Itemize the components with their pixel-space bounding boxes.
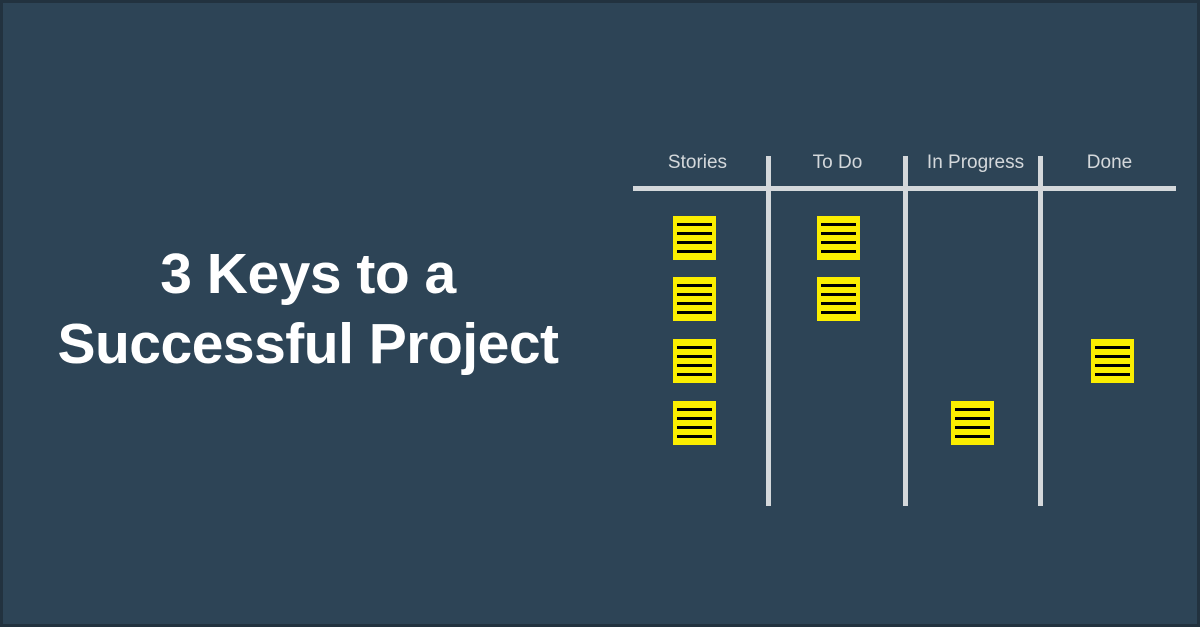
page-title-line-2: Successful Project	[57, 312, 559, 376]
note-line	[677, 311, 712, 314]
sticky-note[interactable]	[673, 339, 716, 383]
note-line	[821, 232, 856, 235]
column-header-in-progress: In Progress	[926, 152, 1025, 173]
sticky-note[interactable]	[673, 277, 716, 321]
note-line	[821, 311, 856, 314]
note-line	[955, 408, 990, 411]
note-line	[677, 426, 712, 429]
note-line	[821, 293, 856, 296]
note-line	[1095, 373, 1130, 376]
note-line	[677, 250, 712, 253]
note-line	[677, 223, 712, 226]
note-line	[677, 417, 712, 420]
note-line	[821, 223, 856, 226]
board-divider-3	[1038, 156, 1043, 506]
note-line	[677, 408, 712, 411]
note-line	[677, 241, 712, 244]
column-header-done: Done	[1086, 152, 1133, 173]
sticky-note[interactable]	[951, 401, 994, 445]
kanban-board: Stories To Do In Progress Done	[630, 148, 1176, 513]
note-line	[955, 426, 990, 429]
sticky-note[interactable]	[1091, 339, 1134, 383]
note-line	[677, 364, 712, 367]
note-line	[955, 435, 990, 438]
column-header-todo: To Do	[812, 152, 863, 173]
note-line	[821, 241, 856, 244]
note-line	[677, 232, 712, 235]
sticky-note[interactable]	[673, 216, 716, 260]
sticky-note[interactable]	[673, 401, 716, 445]
note-line	[1095, 355, 1130, 358]
note-line	[677, 355, 712, 358]
note-line	[1095, 346, 1130, 349]
note-line	[821, 302, 856, 305]
sticky-note[interactable]	[817, 216, 860, 260]
note-line	[677, 284, 712, 287]
note-line	[955, 417, 990, 420]
page-title-line-1: 3 Keys to a	[160, 242, 456, 306]
column-header-stories: Stories	[667, 152, 728, 173]
slide-canvas: 3 Keys to a Successful Project Stories T…	[3, 3, 1197, 624]
board-divider-2	[903, 156, 908, 506]
note-line	[677, 346, 712, 349]
note-line	[677, 373, 712, 376]
note-line	[677, 293, 712, 296]
note-line	[1095, 364, 1130, 367]
note-line	[677, 302, 712, 305]
page-title: 3 Keys to a Successful Project	[3, 239, 613, 379]
note-line	[821, 250, 856, 253]
board-divider-1	[766, 156, 771, 506]
sticky-note[interactable]	[817, 277, 860, 321]
note-line	[677, 435, 712, 438]
note-line	[821, 284, 856, 287]
